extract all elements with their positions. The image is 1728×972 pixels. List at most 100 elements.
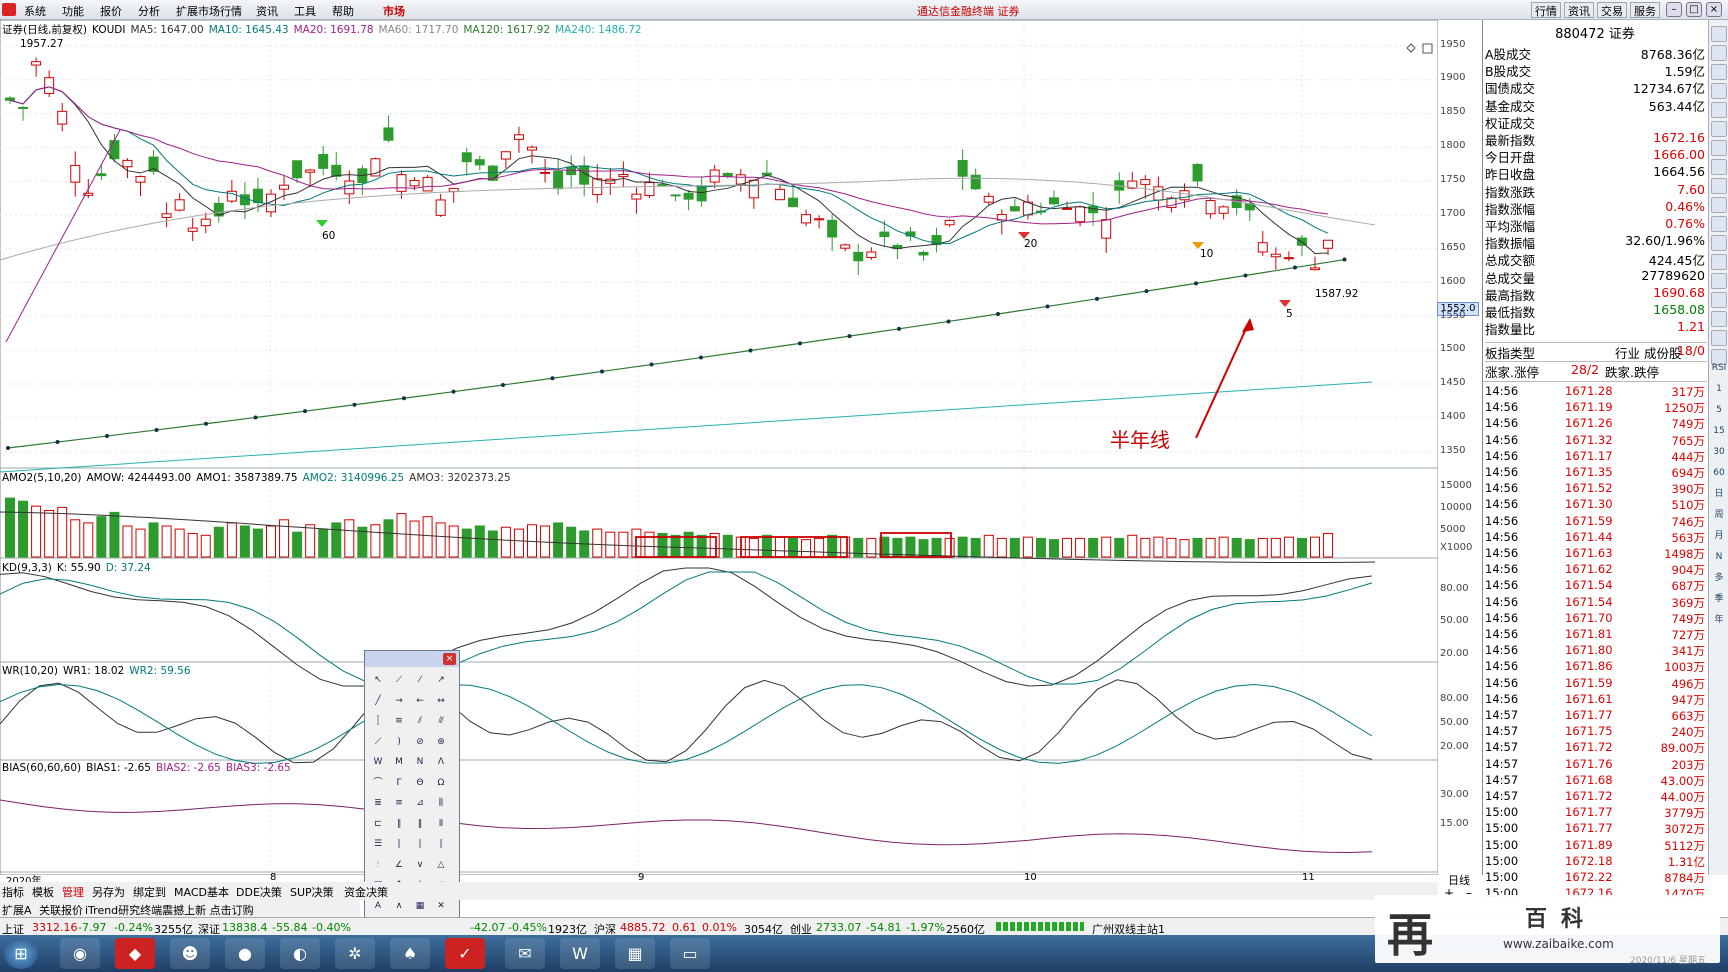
- toolbar-tool-icon[interactable]: [1711, 178, 1727, 194]
- minimize-icon[interactable]: –: [1666, 2, 1682, 17]
- menu-item-quote[interactable]: 报价: [100, 3, 122, 19]
- drawing-tool-icon[interactable]: ↔: [432, 692, 450, 710]
- top-button-news[interactable]: 资讯: [1564, 2, 1594, 18]
- drawing-tool-icon[interactable]: →: [390, 692, 408, 710]
- period-button[interactable]: 季: [1711, 591, 1727, 607]
- toolbar-tool-icon[interactable]: [1711, 26, 1727, 42]
- chrome-icon[interactable]: ◉: [60, 938, 100, 969]
- menu-item-function[interactable]: 功能: [62, 3, 84, 19]
- menu-item-tools[interactable]: 工具: [294, 3, 316, 19]
- drawing-tool-icon[interactable]: Θ: [411, 774, 429, 792]
- toolbar-tool-icon[interactable]: [1711, 64, 1727, 80]
- period-button[interactable]: 周: [1711, 507, 1727, 523]
- toolbar-tool-icon[interactable]: [1711, 311, 1727, 327]
- period-button[interactable]: 5: [1711, 402, 1727, 418]
- drawing-tool-icon[interactable]: M: [390, 753, 408, 771]
- calculator-icon[interactable]: ▦: [615, 938, 655, 969]
- drawing-tool-icon[interactable]: ⫻: [432, 712, 450, 730]
- period-button[interactable]: 60: [1711, 465, 1727, 481]
- drawing-tool-icon[interactable]: △: [432, 856, 450, 874]
- tdx-app-icon[interactable]: ✓: [445, 938, 485, 969]
- indicator-tab[interactable]: 模板: [32, 884, 54, 900]
- indicator-tab[interactable]: 另存为: [92, 884, 125, 900]
- drawing-tool-icon[interactable]: ‖: [411, 815, 429, 833]
- wechat-icon[interactable]: ✉: [505, 938, 545, 969]
- drawing-tool-icon[interactable]: Λ: [432, 753, 450, 771]
- period-button[interactable]: 多: [1711, 570, 1727, 586]
- drawing-tool-icon[interactable]: ∥: [390, 815, 408, 833]
- securities-app-icon[interactable]: ◆: [115, 938, 155, 969]
- toolbar-tool-icon[interactable]: [1711, 83, 1727, 99]
- indicator-tab[interactable]: 资金决策: [344, 884, 388, 900]
- palette-close-icon[interactable]: ×: [443, 653, 456, 665]
- chart-area[interactable]: 证券(日线,前复权) KOUDI MA5: 1647.00 MA10: 1645.43…: [0, 20, 1479, 887]
- menu-item-help[interactable]: 帮助: [332, 3, 354, 19]
- browser-icon[interactable]: ◐: [280, 938, 320, 969]
- drawing-tool-icon[interactable]: ∨: [411, 856, 429, 874]
- drawing-tool-icon[interactable]: ⟋: [390, 671, 408, 689]
- toolbar-tool-icon[interactable]: [1711, 197, 1727, 213]
- drawing-tool-icon[interactable]: ⌒: [369, 774, 387, 792]
- drawing-tool-icon[interactable]: W: [369, 753, 387, 771]
- game-icon[interactable]: ●: [225, 938, 265, 969]
- drawing-tool-icon[interactable]: ⊿: [411, 794, 429, 812]
- drawing-tool-icon[interactable]: ⫴: [432, 815, 450, 833]
- toolbar-tool-icon[interactable]: [1711, 292, 1727, 308]
- toolbar-tool-icon[interactable]: [1711, 330, 1727, 346]
- toolbar-tool-icon[interactable]: [1711, 159, 1727, 175]
- period-button[interactable]: 1: [1711, 381, 1727, 397]
- media-icon[interactable]: ✲: [335, 938, 375, 969]
- drawing-tool-icon[interactable]: ⟋: [369, 733, 387, 751]
- top-button-service[interactable]: 服务: [1630, 2, 1660, 18]
- drawing-tool-icon[interactable]: Ω: [432, 774, 450, 792]
- drawing-tool-icon[interactable]: ╱: [369, 692, 387, 710]
- toolbar-tool-icon[interactable]: [1711, 254, 1727, 270]
- menu-item-market[interactable]: 市场: [383, 3, 405, 19]
- drawing-tool-icon[interactable]: ☰: [369, 835, 387, 853]
- drawing-tool-icon[interactable]: ≡: [390, 712, 408, 730]
- drawing-tool-icon[interactable]: ⁄: [411, 671, 429, 689]
- drawing-tool-icon[interactable]: |: [432, 835, 450, 853]
- trade-ticks-list[interactable]: 14:56 1671.28 317万 14:56 1671.19 1250万 14:56 16…: [1483, 381, 1707, 901]
- chart-canvas[interactable]: [0, 20, 1438, 875]
- top-button-trade[interactable]: 交易: [1597, 2, 1627, 18]
- drawing-tool-icon[interactable]: |: [411, 835, 429, 853]
- drawing-tool-icon[interactable]: N: [411, 753, 429, 771]
- drawing-tool-icon[interactable]: ↗: [432, 671, 450, 689]
- extension-tab[interactable]: 关联报价: [39, 902, 83, 918]
- start-button-icon[interactable]: ⊞: [4, 938, 38, 969]
- toolbar-tool-icon[interactable]: [1711, 235, 1727, 251]
- toolbar-tool-icon[interactable]: [1711, 121, 1727, 137]
- drawing-tool-icon[interactable]: ⫽: [411, 712, 429, 730]
- drawing-tool-icon[interactable]: Γ: [390, 774, 408, 792]
- period-button[interactable]: 日: [1711, 486, 1727, 502]
- menu-item-news[interactable]: 资讯: [256, 3, 278, 19]
- period-button[interactable]: 年: [1711, 612, 1727, 628]
- drawing-tool-icon[interactable]: ⫼: [432, 794, 450, 812]
- palette-header[interactable]: ×: [365, 651, 459, 667]
- indicator-tab[interactable]: DDE决策: [236, 884, 282, 900]
- indicator-tab[interactable]: 指标: [2, 884, 24, 900]
- indicator-tab[interactable]: SUP决策: [290, 884, 334, 900]
- drawing-tool-icon[interactable]: ⫶: [369, 856, 387, 874]
- diamond-icon[interactable]: [1406, 43, 1416, 53]
- toolbar-tool-icon[interactable]: [1711, 45, 1727, 61]
- period-button[interactable]: N: [1711, 549, 1727, 565]
- drawing-tool-icon[interactable]: ∠: [390, 856, 408, 874]
- period-button[interactable]: 月: [1711, 528, 1727, 544]
- toolbar-tool-icon[interactable]: [1711, 102, 1727, 118]
- qq-icon[interactable]: ☻: [170, 938, 210, 969]
- panel-toggle-icon[interactable]: [1422, 43, 1433, 54]
- extension-tab[interactable]: 扩展A: [2, 902, 32, 918]
- restore-icon[interactable]: □: [1686, 2, 1702, 17]
- indicator-tab[interactable]: 绑定到: [133, 884, 166, 900]
- wps-icon[interactable]: W: [560, 938, 600, 969]
- drawing-tool-icon[interactable]: ⊘: [411, 733, 429, 751]
- toolbar-tool-icon[interactable]: [1711, 216, 1727, 232]
- drawing-tool-icon[interactable]: ↖: [369, 671, 387, 689]
- drawing-tool-icon[interactable]: ←: [411, 692, 429, 710]
- drawing-tool-icon[interactable]: ≡: [390, 794, 408, 812]
- folder-icon[interactable]: ▭: [670, 938, 710, 969]
- cards-icon[interactable]: ♠: [390, 938, 430, 969]
- toolbar-tool-icon[interactable]: [1711, 273, 1727, 289]
